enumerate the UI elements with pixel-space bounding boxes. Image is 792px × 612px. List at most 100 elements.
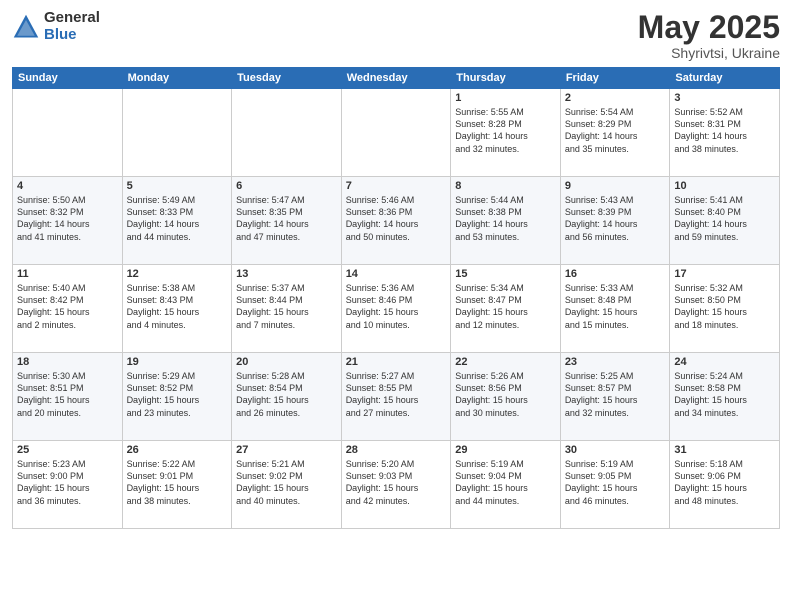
day-info: Sunrise: 5:24 AM Sunset: 8:58 PM Dayligh… bbox=[674, 370, 775, 419]
week-row-5: 25Sunrise: 5:23 AM Sunset: 9:00 PM Dayli… bbox=[13, 441, 780, 529]
day-cell: 12Sunrise: 5:38 AM Sunset: 8:43 PM Dayli… bbox=[122, 265, 232, 353]
day-cell: 23 Sunrise: 5:25 AM Sunset: 8:57 PM Dayli… bbox=[560, 353, 670, 441]
day-info: Sunrise: 5:19 AM Sunset: 9:05 PM Dayligh… bbox=[565, 458, 666, 507]
week-row-3: 11Sunrise: 5:40 AM Sunset: 8:42 PM Dayli… bbox=[13, 265, 780, 353]
day-info: Sunrise: 5:49 AM Sunset: 8:33 PM Dayligh… bbox=[127, 194, 228, 243]
day-info: Sunrise: 5:34 AM Sunset: 8:47 PM Dayligh… bbox=[455, 282, 556, 331]
day-cell: 21Sunrise: 5:27 AM Sunset: 8:55 PM Dayli… bbox=[341, 353, 451, 441]
day-cell: 26 Sunrise: 5:22 AM Sunset: 9:01 PM Dayli… bbox=[122, 441, 232, 529]
day-cell: 25Sunrise: 5:23 AM Sunset: 9:00 PM Dayli… bbox=[13, 441, 123, 529]
day-info: Sunrise: 5:29 AM Sunset: 8:52 PM Dayligh… bbox=[127, 370, 228, 419]
day-info: Sunrise: 5:38 AM Sunset: 8:43 PM Dayligh… bbox=[127, 282, 228, 331]
day-info: Sunrise: 5:22 AM Sunset: 9:01 PM Dayligh… bbox=[127, 458, 228, 507]
day-info: Sunrise: 5:52 AM Sunset: 8:31 PM Dayligh… bbox=[674, 106, 775, 155]
day-cell: 28 Sunrise: 5:20 AM Sunset: 9:03 PM Dayli… bbox=[341, 441, 451, 529]
title-block: May 2025 Shyrivtsi, Ukraine bbox=[638, 10, 780, 61]
day-cell: 16Sunrise: 5:33 AM Sunset: 8:48 PM Dayli… bbox=[560, 265, 670, 353]
day-number: 5 bbox=[127, 180, 228, 192]
day-cell: 31 Sunrise: 5:18 AM Sunset: 9:06 PM Dayli… bbox=[670, 441, 780, 529]
week-row-4: 18Sunrise: 5:30 AM Sunset: 8:51 PM Dayli… bbox=[13, 353, 780, 441]
day-number: 23 bbox=[565, 356, 666, 368]
day-info: Sunrise: 5:50 AM Sunset: 8:32 PM Dayligh… bbox=[17, 194, 118, 243]
day-number: 13 bbox=[236, 268, 337, 280]
day-cell: 27 Sunrise: 5:21 AM Sunset: 9:02 PM Dayli… bbox=[232, 441, 342, 529]
day-cell: 9 Sunrise: 5:43 AM Sunset: 8:39 PM Daylig… bbox=[560, 177, 670, 265]
day-info: Sunrise: 5:21 AM Sunset: 9:02 PM Dayligh… bbox=[236, 458, 337, 507]
day-info: Sunrise: 5:47 AM Sunset: 8:35 PM Dayligh… bbox=[236, 194, 337, 243]
day-cell: 10 Sunrise: 5:41 AM Sunset: 8:40 PM Dayli… bbox=[670, 177, 780, 265]
logo-text: General Blue bbox=[44, 10, 100, 43]
day-info: Sunrise: 5:28 AM Sunset: 8:54 PM Dayligh… bbox=[236, 370, 337, 419]
day-number: 20 bbox=[236, 356, 337, 368]
day-info: Sunrise: 5:36 AM Sunset: 8:46 PM Dayligh… bbox=[346, 282, 447, 331]
day-cell: 15 Sunrise: 5:34 AM Sunset: 8:47 PM Dayli… bbox=[451, 265, 561, 353]
day-info: Sunrise: 5:54 AM Sunset: 8:29 PM Dayligh… bbox=[565, 106, 666, 155]
day-number: 15 bbox=[455, 268, 556, 280]
day-number: 10 bbox=[674, 180, 775, 192]
logo-general: General bbox=[44, 10, 100, 27]
col-friday: Friday bbox=[560, 68, 670, 89]
day-info: Sunrise: 5:26 AM Sunset: 8:56 PM Dayligh… bbox=[455, 370, 556, 419]
day-info: Sunrise: 5:37 AM Sunset: 8:44 PM Dayligh… bbox=[236, 282, 337, 331]
col-tuesday: Tuesday bbox=[232, 68, 342, 89]
logo-icon bbox=[12, 13, 40, 41]
week-row-2: 4 Sunrise: 5:50 AM Sunset: 8:32 PM Daylig… bbox=[13, 177, 780, 265]
day-number: 6 bbox=[236, 180, 337, 192]
day-cell: 14Sunrise: 5:36 AM Sunset: 8:46 PM Dayli… bbox=[341, 265, 451, 353]
day-info: Sunrise: 5:30 AM Sunset: 8:51 PM Dayligh… bbox=[17, 370, 118, 419]
day-info: Sunrise: 5:18 AM Sunset: 9:06 PM Dayligh… bbox=[674, 458, 775, 507]
day-cell: 8Sunrise: 5:44 AM Sunset: 8:38 PM Daylig… bbox=[451, 177, 561, 265]
day-cell: 29 Sunrise: 5:19 AM Sunset: 9:04 PM Dayli… bbox=[451, 441, 561, 529]
day-cell: 30 Sunrise: 5:19 AM Sunset: 9:05 PM Dayli… bbox=[560, 441, 670, 529]
day-number: 1 bbox=[455, 92, 556, 104]
day-number: 16 bbox=[565, 268, 666, 280]
day-number: 7 bbox=[346, 180, 447, 192]
day-number: 2 bbox=[565, 92, 666, 104]
day-number: 27 bbox=[236, 444, 337, 456]
day-info: Sunrise: 5:43 AM Sunset: 8:39 PM Dayligh… bbox=[565, 194, 666, 243]
day-number: 29 bbox=[455, 444, 556, 456]
day-info: Sunrise: 5:46 AM Sunset: 8:36 PM Dayligh… bbox=[346, 194, 447, 243]
day-info: Sunrise: 5:32 AM Sunset: 8:50 PM Dayligh… bbox=[674, 282, 775, 331]
title-location: Shyrivtsi, Ukraine bbox=[638, 45, 780, 61]
week-row-1: 1 Sunrise: 5:55 AM Sunset: 8:28 PM Daylig… bbox=[13, 89, 780, 177]
day-cell: 24Sunrise: 5:24 AM Sunset: 8:58 PM Dayli… bbox=[670, 353, 780, 441]
header: General Blue May 2025 Shyrivtsi, Ukraine bbox=[12, 10, 780, 61]
day-number: 4 bbox=[17, 180, 118, 192]
day-cell: 19 Sunrise: 5:29 AM Sunset: 8:52 PM Dayli… bbox=[122, 353, 232, 441]
day-info: Sunrise: 5:41 AM Sunset: 8:40 PM Dayligh… bbox=[674, 194, 775, 243]
day-cell: 3 Sunrise: 5:52 AM Sunset: 8:31 PM Daylig… bbox=[670, 89, 780, 177]
calendar-table: Sunday Monday Tuesday Wednesday Thursday… bbox=[12, 67, 780, 529]
day-number: 28 bbox=[346, 444, 447, 456]
day-cell: 11Sunrise: 5:40 AM Sunset: 8:42 PM Dayli… bbox=[13, 265, 123, 353]
day-number: 8 bbox=[455, 180, 556, 192]
day-cell: 7 Sunrise: 5:46 AM Sunset: 8:36 PM Daylig… bbox=[341, 177, 451, 265]
day-info: Sunrise: 5:25 AM Sunset: 8:57 PM Dayligh… bbox=[565, 370, 666, 419]
day-number: 31 bbox=[674, 444, 775, 456]
logo: General Blue bbox=[12, 10, 100, 43]
day-number: 19 bbox=[127, 356, 228, 368]
col-sunday: Sunday bbox=[13, 68, 123, 89]
col-monday: Monday bbox=[122, 68, 232, 89]
day-cell: 2 Sunrise: 5:54 AM Sunset: 8:29 PM Daylig… bbox=[560, 89, 670, 177]
page: General Blue May 2025 Shyrivtsi, Ukraine… bbox=[0, 0, 792, 612]
col-saturday: Saturday bbox=[670, 68, 780, 89]
day-cell: 13 Sunrise: 5:37 AM Sunset: 8:44 PM Dayli… bbox=[232, 265, 342, 353]
day-number: 17 bbox=[674, 268, 775, 280]
day-cell: 22 Sunrise: 5:26 AM Sunset: 8:56 PM Dayli… bbox=[451, 353, 561, 441]
day-number: 9 bbox=[565, 180, 666, 192]
day-cell: 1 Sunrise: 5:55 AM Sunset: 8:28 PM Daylig… bbox=[451, 89, 561, 177]
day-info: Sunrise: 5:23 AM Sunset: 9:00 PM Dayligh… bbox=[17, 458, 118, 507]
day-number: 21 bbox=[346, 356, 447, 368]
day-info: Sunrise: 5:55 AM Sunset: 8:28 PM Dayligh… bbox=[455, 106, 556, 155]
day-cell: 20 Sunrise: 5:28 AM Sunset: 8:54 PM Dayli… bbox=[232, 353, 342, 441]
col-thursday: Thursday bbox=[451, 68, 561, 89]
day-info: Sunrise: 5:20 AM Sunset: 9:03 PM Dayligh… bbox=[346, 458, 447, 507]
day-number: 30 bbox=[565, 444, 666, 456]
day-number: 3 bbox=[674, 92, 775, 104]
day-number: 22 bbox=[455, 356, 556, 368]
day-info: Sunrise: 5:40 AM Sunset: 8:42 PM Dayligh… bbox=[17, 282, 118, 331]
day-number: 26 bbox=[127, 444, 228, 456]
day-info: Sunrise: 5:19 AM Sunset: 9:04 PM Dayligh… bbox=[455, 458, 556, 507]
day-cell bbox=[13, 89, 123, 177]
